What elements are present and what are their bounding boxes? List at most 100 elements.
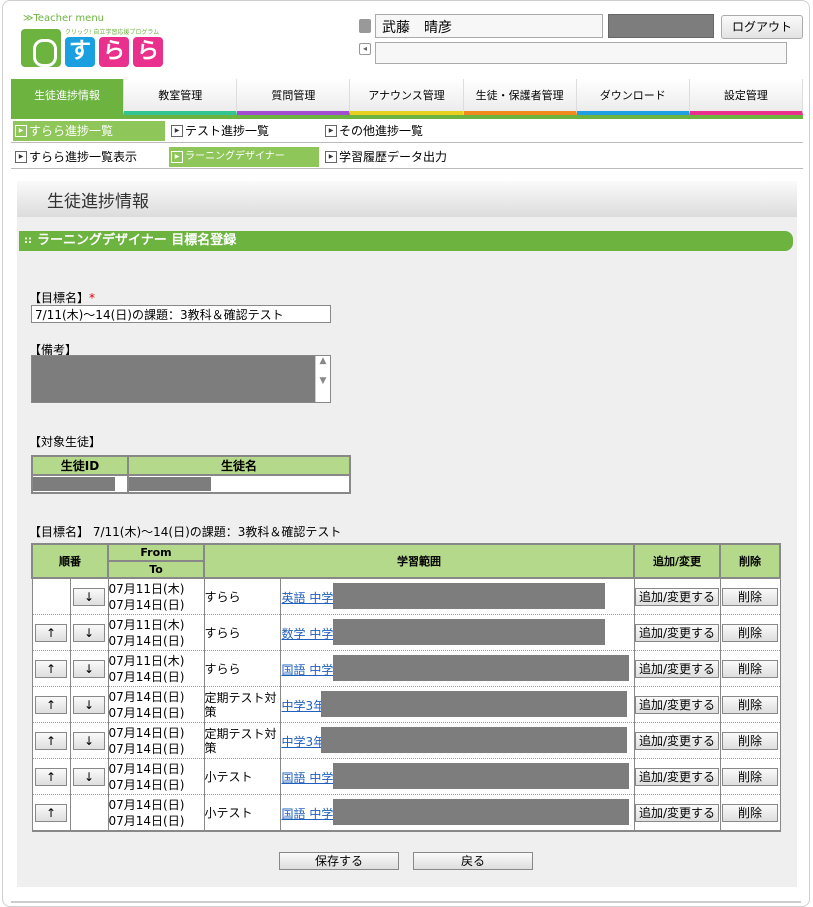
subnav-history-export[interactable]: 学習履歴データ出力 — [323, 147, 447, 167]
move-down-button[interactable]: ↓ — [73, 623, 105, 642]
range-link[interactable]: 中学3年 — [282, 733, 326, 750]
edit-button[interactable]: 追加/変更する — [635, 659, 719, 678]
delete-button[interactable]: 削除 — [722, 695, 778, 714]
from-date: 07月11日(木) — [108, 653, 185, 668]
delete-button[interactable]: 削除 — [722, 623, 778, 642]
edit-button[interactable]: 追加/変更する — [635, 731, 719, 750]
edit-button[interactable]: 追加/変更する — [635, 695, 719, 714]
edit-button[interactable]: 追加/変更する — [635, 767, 719, 786]
student-table: 生徒ID 生徒名 — [31, 455, 351, 494]
range-link[interactable]: 国語 中学 — [282, 661, 334, 678]
range-link[interactable]: 国語 中学 — [282, 769, 334, 786]
delete-button[interactable]: 削除 — [722, 803, 778, 822]
tab-download[interactable]: ダウンロード — [576, 79, 690, 115]
tab-classroom[interactable]: 教室管理 — [124, 79, 238, 115]
student-id-cell — [31, 474, 129, 494]
tab-announcements[interactable]: アナウンス管理 — [350, 79, 464, 115]
move-up-button[interactable]: ↑ — [35, 695, 67, 714]
move-up-button[interactable]: ↑ — [35, 803, 67, 822]
range-cell: 中学3年 — [279, 686, 635, 723]
table-row: ↑ ↓ 07月14日(日) 07月14日(日) 定期テスト対策 中学3年 追加/変更する 削除 — [31, 686, 781, 723]
subnav-other-progress[interactable]: その他進捗一覧 — [323, 121, 423, 141]
to-date: 07月14日(日) — [108, 597, 185, 612]
down-cell: ↓ — [69, 650, 109, 687]
range-link[interactable]: 中学3年 — [282, 697, 326, 714]
delete-button[interactable]: 削除 — [722, 767, 778, 786]
to-date: 07月14日(日) — [108, 633, 185, 648]
date-cell: 07月14日(日) 07月14日(日) — [107, 758, 205, 795]
move-down-button[interactable]: ↓ — [73, 659, 105, 678]
tab-questions[interactable]: 質問管理 — [237, 79, 351, 115]
edit-button[interactable]: 追加/変更する — [635, 623, 719, 642]
from-date: 07月14日(日) — [108, 761, 185, 776]
subnav-surara-progress[interactable]: すらら進捗一覧 — [13, 121, 165, 141]
up-cell: ↑ — [31, 758, 71, 795]
range-link[interactable]: 英語 中学 — [282, 589, 334, 606]
date-cell: 07月14日(日) 07月14日(日) — [107, 722, 205, 759]
note-textarea[interactable]: ▲ ▼ — [31, 355, 331, 403]
subnav-progress-view[interactable]: すらら進捗一覧表示 — [13, 147, 137, 167]
move-up-button[interactable]: ↑ — [35, 767, 67, 786]
edit-button[interactable]: 追加/変更する — [635, 803, 719, 822]
col-to: To — [107, 560, 205, 579]
to-date: 07月14日(日) — [108, 813, 185, 828]
redacted-range — [332, 655, 629, 681]
redacted-range — [320, 727, 627, 753]
move-down-button[interactable]: ↓ — [73, 731, 105, 750]
speaker-icon: ◂ — [359, 43, 371, 55]
up-cell: ↑ — [31, 794, 71, 832]
delete-button[interactable]: 削除 — [722, 659, 778, 678]
to-date: 07月14日(日) — [108, 669, 185, 684]
type-cell: 小テスト — [203, 794, 281, 832]
section-title: ラーニングデザイナー 目標名登録 — [19, 231, 793, 251]
edit-cell: 追加/変更する — [633, 758, 721, 795]
table-row: ↑ ↓ 07月11日(木) 07月14日(日) すらら 数学 中学 追加/変更する 削除 — [31, 614, 781, 651]
range-cell: 数学 中学 — [279, 614, 635, 651]
edit-cell: 追加/変更する — [633, 794, 721, 832]
sub-nav-1: すらら進捗一覧 テスト進捗一覧 その他進捗一覧 — [11, 119, 803, 143]
from-date: 07月14日(日) — [108, 689, 185, 704]
range-link[interactable]: 数学 中学 — [282, 625, 334, 642]
table-row: ↑ 07月14日(日) 07月14日(日) 小テスト 国語 中学 追加/変更する 削除 — [31, 794, 781, 832]
move-up-button[interactable]: ↑ — [35, 731, 67, 750]
edit-button[interactable]: 追加/変更する — [635, 587, 719, 606]
user-name-display: 武藤 晴彦 — [375, 14, 603, 38]
date-cell: 07月14日(日) 07月14日(日) — [107, 686, 205, 723]
date-cell: 07月11日(木) 07月14日(日) — [107, 577, 205, 615]
logo-char: ら — [133, 37, 163, 67]
move-up-button[interactable]: ↑ — [35, 659, 67, 678]
delete-cell: 削除 — [719, 686, 781, 723]
tab-students-parents[interactable]: 生徒・保護者管理 — [463, 79, 577, 115]
move-down-button[interactable]: ↓ — [73, 695, 105, 714]
col-edit: 追加/変更 — [633, 543, 721, 579]
delete-button[interactable]: 削除 — [722, 587, 778, 606]
up-cell: ↑ — [31, 614, 71, 651]
move-up-button[interactable]: ↑ — [35, 623, 67, 642]
range-cell: 国語 中学 — [279, 794, 635, 832]
from-date: 07月11日(木) — [108, 617, 185, 632]
textarea-scrollbar[interactable]: ▲ ▼ — [315, 356, 330, 402]
type-cell: 小テスト — [203, 758, 281, 795]
delete-button[interactable]: 削除 — [722, 731, 778, 750]
goal-name-input[interactable]: 7/11(木)〜14(日)の課題：3教科＆確認テスト — [31, 305, 331, 323]
move-down-button[interactable]: ↓ — [73, 767, 105, 786]
range-cell: 英語 中学 — [279, 577, 635, 615]
tab-student-progress[interactable]: 生徒進捗情報 — [11, 79, 125, 115]
edit-cell: 追加/変更する — [633, 614, 721, 651]
redacted-field — [608, 14, 714, 38]
tab-settings[interactable]: 設定管理 — [689, 79, 803, 115]
surara-logo[interactable]: クリック! 自立学習応援プログラム す ら ら — [21, 25, 165, 71]
move-down-button[interactable]: ↓ — [73, 587, 105, 606]
back-button[interactable]: 戻る — [413, 852, 533, 870]
redacted-range — [332, 583, 605, 609]
logout-button[interactable]: ログアウト — [721, 15, 803, 39]
up-cell: ↑ — [31, 722, 71, 759]
col-range: 学習範囲 — [203, 543, 635, 579]
subnav-test-progress[interactable]: テスト進捗一覧 — [169, 121, 269, 141]
down-cell: ↓ — [69, 686, 109, 723]
subnav-learning-designer[interactable]: ラーニングデザイナー — [169, 147, 319, 167]
from-date: 07月14日(日) — [108, 725, 185, 740]
range-link[interactable]: 国語 中学 — [282, 805, 334, 822]
goal-label: 【目標名】* — [29, 291, 96, 305]
save-button[interactable]: 保存する — [279, 852, 399, 870]
